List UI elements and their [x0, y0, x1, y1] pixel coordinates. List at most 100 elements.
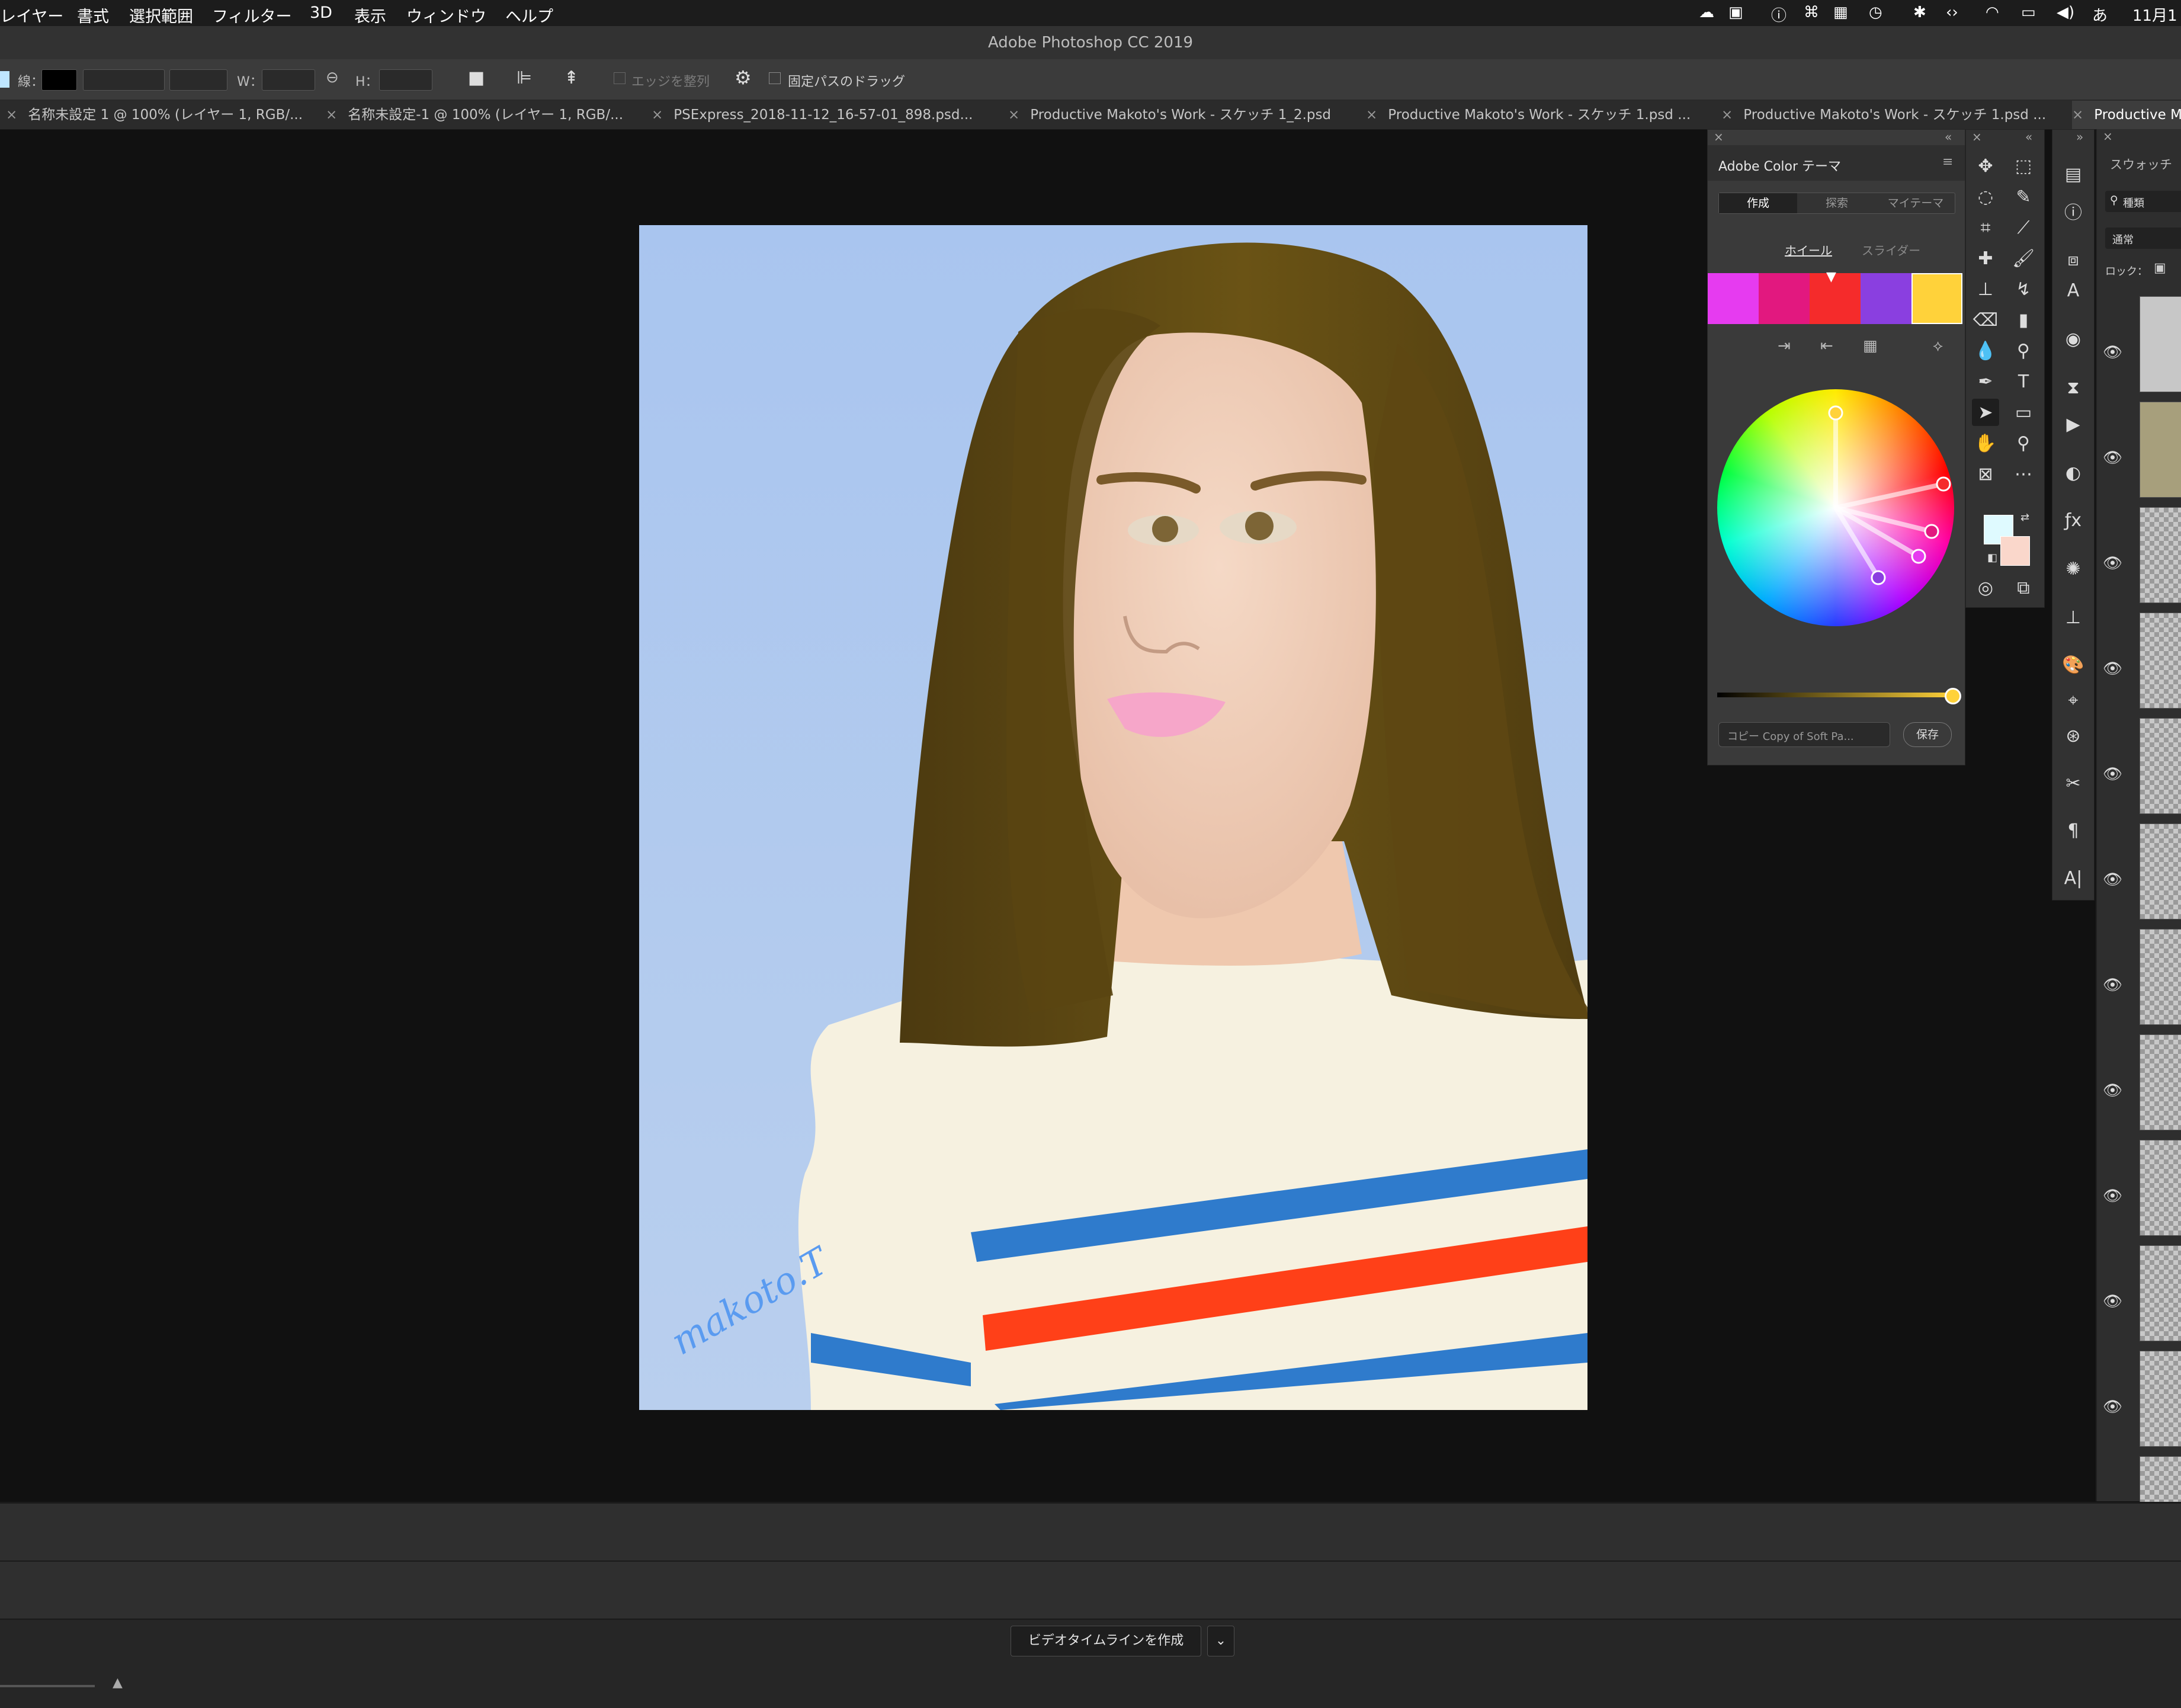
input-method-icon[interactable]: あ — [2092, 4, 2108, 25]
crop-tool-icon[interactable]: ⌗ — [1972, 214, 1999, 241]
tab-doc-active[interactable]: × Productive M — [2072, 101, 2181, 129]
visibility-eye-icon[interactable]: 👁 — [2103, 555, 2122, 572]
path-operations-icon[interactable]: ■ — [468, 68, 485, 88]
layer-thumbnail[interactable] — [2140, 929, 2181, 1025]
visibility-eye-icon[interactable]: 👁 — [2103, 1187, 2122, 1205]
swatches-tab[interactable]: スウォッチ — [2110, 155, 2172, 173]
menu-select[interactable]: 選択範囲 — [129, 4, 193, 27]
brushes-icon[interactable]: ✺ — [2060, 555, 2087, 582]
menu-layer[interactable]: レイヤー — [0, 4, 63, 27]
eraser-tool-icon[interactable]: ⌫ — [1972, 306, 1999, 334]
lock-transparent-icon[interactable]: ▣ — [2154, 261, 2166, 275]
stamp-tool-icon[interactable]: ⊥ — [1972, 275, 1999, 303]
visibility-eye-icon[interactable]: 👁 — [2103, 449, 2122, 467]
volume-icon[interactable]: ◀) — [2057, 4, 2074, 21]
stroke-width-field[interactable] — [83, 69, 165, 91]
adobe-color-themes-icon[interactable]: ◉ — [2060, 325, 2087, 353]
visibility-eye-icon[interactable]: 👁 — [2103, 976, 2122, 994]
visibility-eye-icon[interactable]: 👁 — [2103, 1398, 2122, 1416]
move-tool-icon[interactable]: ✥ — [1972, 152, 1999, 180]
menu-type[interactable]: 書式 — [77, 4, 109, 27]
color-icon[interactable]: 🎨 — [2060, 651, 2087, 678]
paragraph-icon[interactable]: ¶ — [2060, 817, 2087, 844]
visibility-eye-icon[interactable]: 👁 — [2103, 660, 2122, 678]
pen-tool-icon[interactable]: ✒ — [1972, 368, 1999, 395]
theme-name-input[interactable]: コピー Copy of Soft Pa... — [1718, 722, 1890, 747]
close-icon[interactable]: × — [2072, 107, 2083, 123]
fill-swatch[interactable] — [0, 71, 9, 88]
close-icon[interactable]: × — [1714, 130, 1724, 144]
quick-select-tool-icon[interactable]: ✎ — [2010, 183, 2037, 210]
glyphs-icon[interactable]: A| — [2060, 864, 2087, 892]
zoom-tool-icon[interactable]: ⚲ — [2010, 430, 2037, 457]
layer-thumbnail[interactable] — [2140, 1351, 2181, 1447]
align-edges-checkbox[interactable] — [614, 72, 626, 84]
visibility-eye-icon[interactable]: 👁 — [2103, 765, 2122, 783]
frame-tool-icon[interactable]: ⊠ — [1972, 460, 1999, 488]
tab-doc-1[interactable]: × 名称未設定 1 @ 100% (レイヤー 1, RGB/... — [6, 101, 320, 129]
history-icon[interactable]: ⧗ — [2060, 374, 2087, 401]
mode-wheel[interactable]: ホイール — [1785, 241, 1832, 258]
panel-menu-icon[interactable]: ≡ — [1942, 155, 1953, 169]
stroke-type-select[interactable] — [169, 69, 227, 91]
menu-window[interactable]: ウィンドウ — [406, 4, 486, 27]
airplay-icon[interactable]: ▭ — [2021, 4, 2036, 21]
brightness-slider[interactable] — [1717, 693, 1954, 697]
bluetooth-icon[interactable]: ✱ — [1913, 4, 1926, 21]
close-icon[interactable]: × — [2103, 129, 2113, 143]
path-select-tool-icon[interactable]: ➤ — [1972, 399, 1999, 426]
code-icon[interactable]: ‹› — [1946, 4, 1958, 21]
theme-swatch-4[interactable] — [1861, 273, 1911, 324]
layer-thumbnail[interactable] — [2140, 613, 2181, 709]
harmony-rule-icon[interactable]: ⟡ — [1933, 337, 1943, 355]
layer-thumbnail[interactable] — [2140, 1245, 2181, 1341]
clock[interactable]: 11月1 — [2132, 4, 2177, 25]
blend-mode-select[interactable]: 通常 — [2105, 227, 2181, 249]
layer-thumbnail[interactable] — [2140, 718, 2181, 814]
theme-swatch-1[interactable] — [1708, 273, 1759, 324]
paths-icon[interactable]: ⌖ — [2060, 687, 2087, 714]
gear-icon[interactable]: ⚙ — [735, 66, 752, 89]
menu-view[interactable]: 表示 — [354, 4, 386, 27]
artwork-painting[interactable]: makoto.T — [639, 225, 1587, 1410]
collapse-icon[interactable]: » — [2076, 130, 2083, 144]
type-tool-icon[interactable]: T — [2010, 368, 2037, 395]
close-icon[interactable]: × — [326, 107, 337, 123]
gradient-tool-icon[interactable]: ▮ — [2010, 306, 2037, 334]
height-field[interactable] — [379, 69, 432, 91]
close-icon[interactable]: × — [1008, 107, 1019, 123]
wifi-icon[interactable]: ◠ — [1986, 4, 1999, 21]
menu-3d[interactable]: 3D — [310, 4, 332, 22]
tab-doc-4[interactable]: × Productive Makoto's Work - スケッチ 1_2.psd — [1008, 101, 1352, 129]
theme-swatch-5[interactable] — [1911, 273, 1962, 324]
adjustments-icon[interactable]: ◐ — [2060, 459, 2087, 486]
tab-doc-5[interactable]: × Productive Makoto's Work - スケッチ 1.psd .… — [1366, 101, 1709, 129]
layer-thumbnail[interactable] — [2140, 1034, 2181, 1130]
tab-doc-3[interactable]: × PSExpress_2018-11-12_16-57-01_898.psd..… — [652, 101, 995, 129]
close-icon[interactable]: × — [1721, 107, 1733, 123]
channels-icon[interactable]: ⊛ — [2060, 722, 2087, 749]
close-icon[interactable]: × — [652, 107, 663, 123]
visibility-eye-icon[interactable]: 👁 — [2103, 344, 2122, 361]
libraries-icon[interactable]: ▤ — [2060, 161, 2087, 188]
collapse-icon[interactable]: « — [2025, 130, 2032, 144]
create-video-timeline-button[interactable]: ビデオタイムラインを作成 — [1011, 1626, 1201, 1656]
hand-tool-icon[interactable]: ✋ — [1972, 430, 1999, 457]
path-arrangement-icon[interactable]: ⇞ — [564, 68, 579, 88]
layer-thumbnail[interactable] — [2140, 296, 2181, 392]
actions-icon[interactable]: ▶ — [2060, 411, 2087, 438]
tab-doc-2[interactable]: × 名称未設定-1 @ 100% (レイヤー 1, RGB/... — [326, 101, 646, 129]
visibility-eye-icon[interactable]: 👁 — [2103, 1293, 2122, 1310]
time-machine-icon[interactable]: ◷ — [1869, 4, 1882, 21]
info-icon[interactable]: ⓘ — [1771, 4, 1787, 25]
dodge-tool-icon[interactable]: ⚲ — [2010, 337, 2037, 364]
layer-thumbnail[interactable] — [2140, 402, 2181, 498]
tab-explore[interactable]: 探索 — [1798, 193, 1876, 213]
layer-thumbnail[interactable] — [2140, 823, 2181, 919]
layer-filter-search[interactable]: ⚲ 種類 — [2105, 191, 2181, 212]
menu-help[interactable]: ヘルプ — [505, 4, 553, 27]
theme-swatch-2[interactable] — [1759, 273, 1810, 324]
command-icon[interactable]: ⌘ — [1804, 4, 1819, 21]
quick-mask-icon[interactable]: ◎ — [1972, 574, 1999, 601]
grid-icon[interactable]: ▦ — [1863, 337, 1878, 355]
